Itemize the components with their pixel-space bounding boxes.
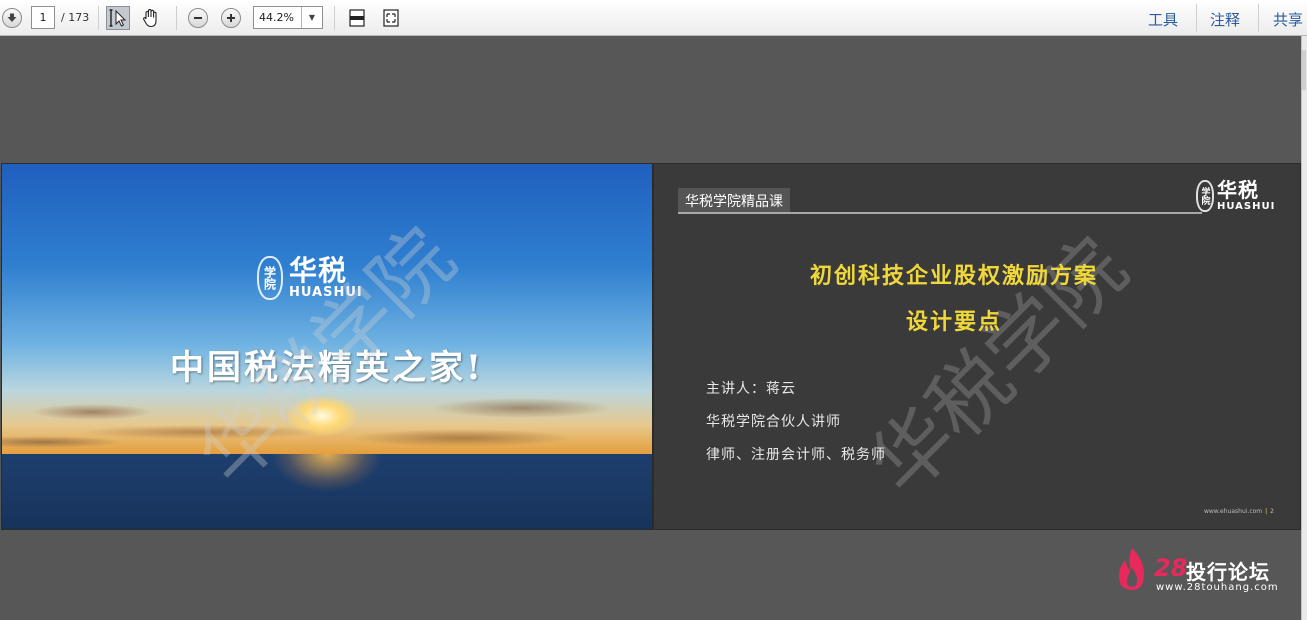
select-tool-button[interactable] bbox=[106, 5, 130, 30]
chevron-down-icon[interactable]: ▼ bbox=[301, 7, 322, 28]
watermark-text: 华税学院 bbox=[852, 220, 1145, 513]
tools-link[interactable]: 工具 bbox=[1148, 9, 1178, 30]
scrollbar-thumb[interactable] bbox=[1302, 50, 1306, 90]
page-down-button[interactable] bbox=[2, 5, 22, 30]
footer-url: www.ehuashui.com bbox=[1203, 508, 1263, 515]
vertical-scrollbar[interactable] bbox=[1301, 36, 1307, 620]
page-total-label: / 173 bbox=[61, 11, 90, 24]
logo-en-text: HUASHUI bbox=[1217, 201, 1276, 212]
speaker-text: 主讲人：蒋云 bbox=[706, 381, 796, 397]
full-screen-icon bbox=[383, 8, 399, 27]
pdf-page-1: 学院 华税 HUASHUI 中国税法精英之家! 华税学院 bbox=[2, 164, 652, 529]
comment-link[interactable]: 注释 bbox=[1210, 9, 1240, 30]
forum-watermark: 28 投行论坛 www.28touhang.com bbox=[1114, 546, 1284, 596]
logo-cn-text: 华税 bbox=[1217, 178, 1259, 202]
header-rule bbox=[678, 212, 1202, 214]
zoom-out-button[interactable] bbox=[188, 5, 208, 30]
toolbar-divider bbox=[1258, 4, 1259, 32]
page-total: / 173 bbox=[61, 5, 89, 30]
page-number-value[interactable]: 1 bbox=[31, 6, 55, 29]
page-number-input[interactable]: 1 bbox=[31, 5, 55, 30]
course-tag: 华税学院精品课 bbox=[678, 188, 790, 214]
fit-page-icon bbox=[349, 8, 365, 27]
zoom-field[interactable]: 44.2% ▼ bbox=[253, 6, 323, 29]
role-text: 华税学院合伙人讲师 bbox=[706, 414, 841, 430]
hand-icon bbox=[143, 8, 157, 27]
logo-seal-icon: 学院 bbox=[257, 256, 283, 300]
toolbar-divider bbox=[334, 6, 335, 30]
minus-icon bbox=[188, 7, 208, 28]
zoom-select[interactable]: 44.2% ▼ bbox=[253, 5, 323, 30]
footer-page-number: 2 bbox=[1270, 508, 1274, 515]
zoom-value[interactable]: 44.2% bbox=[254, 7, 301, 28]
zoom-in-button[interactable] bbox=[221, 5, 241, 30]
text-select-icon bbox=[106, 5, 130, 30]
flame-icon bbox=[1119, 548, 1144, 590]
hand-tool-button[interactable] bbox=[140, 5, 162, 30]
full-screen-button[interactable] bbox=[380, 5, 402, 30]
forum-name: 投行论坛 bbox=[1186, 560, 1270, 584]
toolbar-divider bbox=[176, 6, 177, 30]
plus-icon bbox=[221, 7, 241, 28]
credentials-text: 律师、注册会计师、税务师 bbox=[706, 447, 886, 463]
slide-title-line-1: 初创科技企业股权激励方案 bbox=[809, 263, 1098, 289]
fit-page-button[interactable] bbox=[346, 5, 368, 30]
arrow-down-icon bbox=[2, 7, 22, 28]
toolbar-divider bbox=[1196, 4, 1197, 32]
slide-footer: www.ehuashui.com | 2 bbox=[1203, 508, 1274, 515]
logo-seal-icon: 学院 bbox=[1196, 180, 1214, 212]
huashui-logo-small: 学院 华税 HUASHUI bbox=[1196, 180, 1275, 212]
forum-number: 28 bbox=[1154, 554, 1188, 582]
share-link[interactable]: 共享 bbox=[1273, 9, 1303, 30]
toolbar-divider bbox=[98, 6, 99, 30]
pdf-toolbar: 1 / 173 44.2% ▼ 工具 注释 共享 bbox=[0, 0, 1307, 36]
slide-title-line-2: 设计要点 bbox=[905, 309, 1002, 335]
pdf-page-2: 华税学院精品课 学院 华税 HUASHUI 华税学院 初创科技企业股权激励方案 … bbox=[654, 164, 1300, 529]
forum-url: www.28touhang.com bbox=[1156, 582, 1279, 593]
